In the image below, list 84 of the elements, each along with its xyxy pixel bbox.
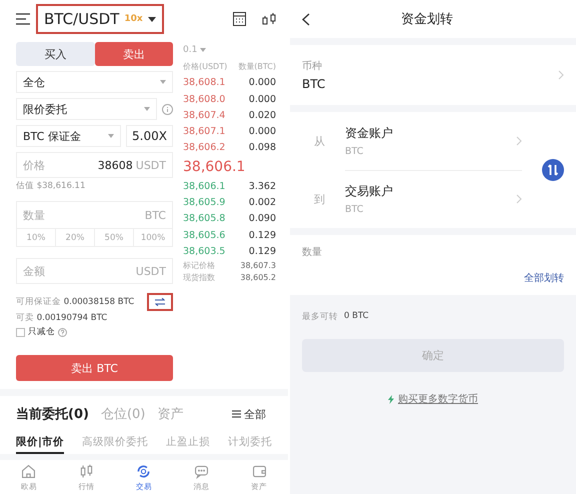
from-label: 从	[314, 134, 325, 148]
reduce-only-checkbox[interactable]	[16, 328, 25, 336]
buy-crypto-link[interactable]: 购买更多数字货币	[388, 392, 478, 406]
ask-quantity: 0.000	[248, 77, 276, 88]
index-value: 38,605.2	[240, 273, 276, 282]
bid-quantity: 3.362	[248, 180, 276, 192]
account-selector[interactable]: 资金账户 BTC	[345, 112, 522, 170]
order-subtab[interactable]: 高级限价委托	[82, 432, 148, 454]
order-tab[interactable]: 资产	[157, 405, 184, 423]
ask-quantity: 0.098	[248, 142, 276, 154]
ask-quantity: 0.020	[248, 110, 276, 121]
page-title: 资金划转	[400, 11, 454, 28]
calculator-icon[interactable]	[233, 12, 246, 26]
order-tab[interactable]: 当前委托(0)	[16, 405, 89, 423]
menu-icon[interactable]	[16, 13, 30, 25]
max-label: 最多可转	[302, 311, 338, 323]
trade-icon	[135, 462, 152, 480]
bid-price: 38,605.6	[183, 230, 226, 241]
order-type-select[interactable]: 限价委托	[16, 98, 157, 120]
caret-icon	[160, 80, 166, 84]
order-subtab[interactable]: 计划委托	[228, 432, 272, 454]
index-label: 标记价格	[183, 260, 215, 272]
leverage-label: 10x	[124, 14, 143, 24]
home-icon	[20, 462, 38, 480]
reduce-only-label: 只减仓	[28, 326, 55, 338]
bid-quantity: 0.129	[248, 246, 276, 257]
filter-button[interactable]: 全部	[226, 406, 272, 422]
ask-price: 38,606.2	[183, 142, 226, 154]
chevron-right-icon	[516, 194, 522, 204]
pair-name: BTC/USDT	[44, 10, 120, 28]
caret-icon	[144, 107, 150, 111]
caret-icon	[108, 134, 114, 138]
sellable-text: 可卖 0.00190794 BTC	[16, 312, 108, 324]
ask-price: 38,607.4	[183, 110, 226, 121]
price-field[interactable]: 价格 38608 USDT	[16, 152, 173, 178]
index-value: 38,607.3	[240, 261, 276, 270]
max-value: 0 BTC	[344, 311, 369, 323]
column-header: 数量(BTC)	[238, 60, 276, 72]
bid-quantity: 0.002	[248, 197, 276, 208]
order-tab[interactable]: 仓位(0)	[100, 405, 146, 423]
chevron-right-icon	[516, 136, 522, 146]
chevron-right-icon	[558, 70, 564, 80]
margin-currency-select[interactable]: BTC 保证金	[16, 125, 122, 147]
ask-quantity: 0.000	[248, 126, 276, 138]
transfer-button[interactable]	[147, 293, 173, 311]
available-margin-text: 可用保证金 0.00038158 BTC	[16, 296, 134, 308]
list-icon	[232, 410, 241, 418]
ask-price: 38,608.0	[183, 94, 226, 105]
estimate-text: 估值 $38,616.11	[16, 180, 86, 192]
ask-price: 38,607.1	[183, 126, 226, 138]
leverage-field[interactable]: 5.00X	[126, 125, 173, 147]
order-subtab[interactable]: 限价|市价	[16, 432, 64, 454]
side-tab[interactable]: 卖出	[94, 42, 173, 66]
lightning-icon	[388, 394, 394, 404]
precision-select[interactable]: 0.1	[183, 45, 206, 56]
quantity-label: 数量	[302, 246, 323, 259]
to-label: 到	[314, 192, 325, 206]
bid-quantity: 0.129	[248, 230, 276, 241]
swap-arrows-icon	[155, 298, 166, 306]
account-selector[interactable]: 交易账户 BTC	[345, 170, 522, 228]
candlestick-icon[interactable]	[262, 12, 276, 26]
column-header: 价格(USDT)	[183, 60, 228, 72]
margin-mode-select[interactable]: 全仓	[16, 71, 173, 93]
order-subtab[interactable]: 止盈止损	[166, 432, 210, 454]
side-tab[interactable]: 买入	[16, 42, 94, 66]
back-icon[interactable]	[302, 12, 310, 26]
quantity-field[interactable]: 数量 BTC	[17, 202, 172, 228]
ask-price: 38,608.1	[183, 77, 226, 88]
swap-icon[interactable]	[542, 159, 564, 181]
transfer-all-link[interactable]: 全部划转	[524, 271, 564, 285]
pair-selector[interactable]: BTC/USDT 10x	[36, 4, 164, 34]
bid-price: 38,605.9	[183, 197, 226, 208]
last-price: 38,606.1	[183, 158, 246, 178]
index-label: 现货指数	[183, 272, 215, 284]
bid-quantity: 0.090	[248, 213, 276, 224]
bid-price: 38,605.8	[183, 213, 226, 224]
bid-price: 38,603.5	[183, 246, 226, 257]
bid-price: 38,606.1	[183, 180, 226, 192]
ask-quantity: 0.000	[248, 94, 276, 105]
amount-field[interactable]: 金额 USDT	[16, 258, 173, 284]
caret-icon	[200, 48, 206, 52]
coin-selector[interactable]: 币种 BTC	[290, 45, 576, 105]
sell-button[interactable]: 卖出 BTC	[16, 355, 173, 381]
caret-icon	[148, 16, 156, 22]
